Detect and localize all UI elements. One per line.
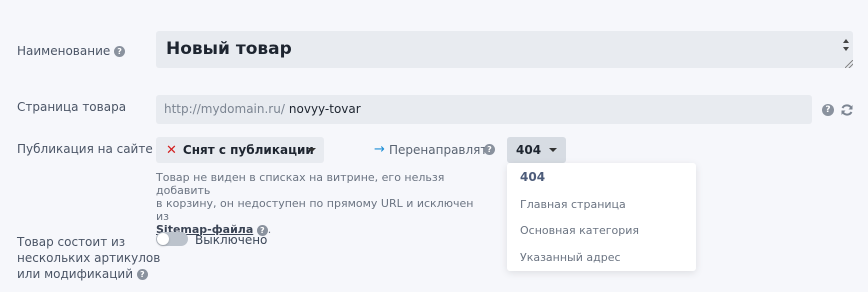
redirect-selected: 404 bbox=[516, 143, 542, 157]
product-page-label: Страница товара bbox=[17, 100, 127, 114]
refresh-icon[interactable] bbox=[840, 103, 854, 117]
name-label: Наименование ? bbox=[17, 43, 126, 59]
toggle-knob bbox=[157, 233, 169, 245]
x-icon: ✕ bbox=[166, 143, 177, 158]
url-prefix: http://mydomain.ru/ bbox=[164, 102, 285, 116]
menu-item-404[interactable]: 404 bbox=[520, 170, 545, 184]
redirect-dropdown-menu: 404 Главная страница Основная категория … bbox=[507, 163, 696, 271]
chevron-down-icon bbox=[549, 148, 557, 152]
resize-grip-icon[interactable] bbox=[845, 60, 853, 68]
arrow-right-icon: → bbox=[374, 142, 385, 157]
scroll-up-icon[interactable] bbox=[843, 39, 849, 43]
menu-item-main-category[interactable]: Основная категория bbox=[520, 224, 639, 237]
help-icon[interactable]: ? bbox=[136, 269, 148, 280]
name-input[interactable]: Новый товар bbox=[156, 31, 853, 68]
publication-label: Публикация на сайте bbox=[17, 142, 153, 156]
variants-toggle[interactable] bbox=[156, 232, 188, 246]
variants-toggle-label: Выключено bbox=[195, 233, 268, 247]
product-url-field[interactable]: http://mydomain.ru/novyy-tovar bbox=[156, 95, 812, 124]
redirect-label: Перенаправлять bbox=[389, 143, 495, 157]
publication-select[interactable]: ✕ Снят с публикации bbox=[156, 137, 324, 163]
variants-label: Товар состоит из нескольких артикулов ил… bbox=[17, 235, 161, 281]
redirect-select[interactable]: 404 bbox=[507, 137, 566, 163]
publication-description: Товар не виден в списках на витрине, его… bbox=[156, 171, 474, 236]
chevron-down-icon bbox=[308, 148, 316, 152]
publication-selected: Снят с публикации bbox=[182, 143, 314, 157]
help-icon[interactable]: ? bbox=[822, 104, 834, 116]
menu-item-home[interactable]: Главная страница bbox=[520, 198, 626, 211]
url-slug-input[interactable]: novyy-tovar bbox=[289, 102, 361, 116]
menu-item-custom-url[interactable]: Указанный адрес bbox=[520, 251, 621, 264]
help-icon[interactable]: ? bbox=[114, 46, 126, 57]
help-icon[interactable]: ? bbox=[484, 144, 495, 155]
scroll-down-icon[interactable] bbox=[843, 47, 849, 51]
name-value: Новый товар bbox=[166, 39, 292, 59]
